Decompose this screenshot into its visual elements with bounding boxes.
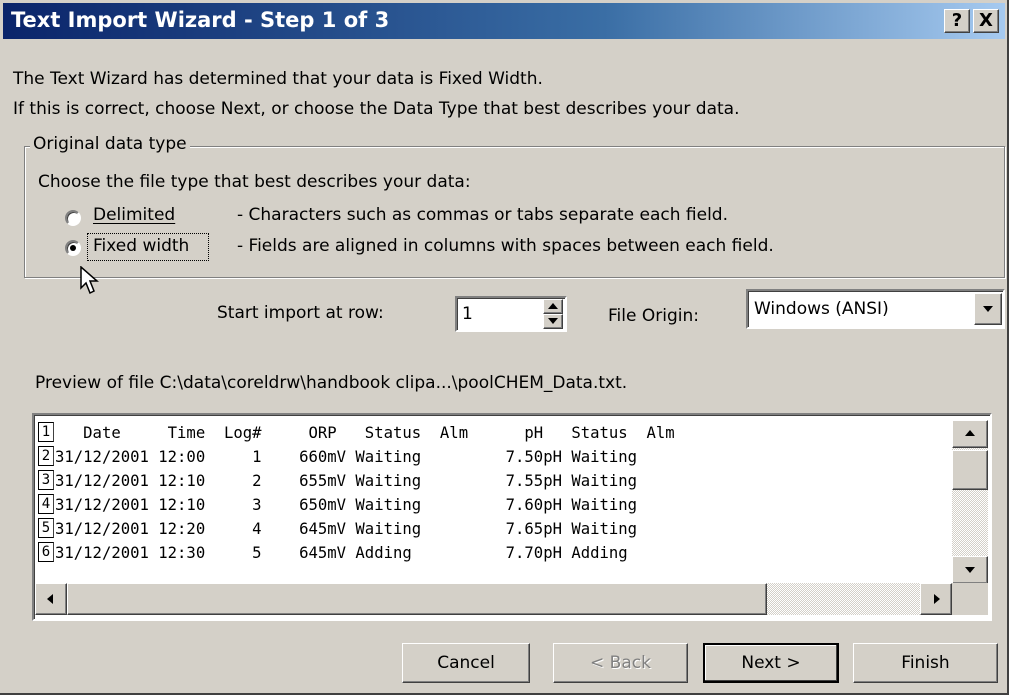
intro-line-2: If this is correct, choose Next, or choo… [13,99,740,119]
file-origin-select[interactable]: Windows (ANSI) [746,289,1005,329]
cancel-button[interactable]: Cancel [402,643,530,683]
vertical-scroll-thumb[interactable] [952,450,988,490]
title-bar[interactable]: Text Import Wizard - Step 1 of 3 ? X [3,3,1005,39]
intro-line-1: The Text Wizard has determined that your… [13,69,543,89]
scroll-right-button[interactable] [920,583,952,615]
scroll-up-arrow-icon [965,430,975,436]
file-type-prompt: Choose the file type that best describes… [38,172,471,192]
help-button[interactable]: ? [944,9,970,33]
file-origin-value: Windows (ANSI) [754,299,889,319]
spin-down-arrow-icon [548,318,558,324]
start-import-label: Start import at row: [217,303,384,323]
original-data-type-legend: Original data type [30,134,190,154]
finish-button-label: Finish [901,653,950,673]
fixed-width-label[interactable]: Fixed width [93,236,189,256]
scroll-up-button[interactable] [952,420,988,448]
row-number: 6 [38,542,54,562]
chevron-down-icon [983,306,993,312]
close-button[interactable]: X [973,9,999,33]
radio-selected-dot [70,245,76,251]
finish-button[interactable]: Finish [853,643,998,683]
scroll-left-button[interactable] [35,583,67,615]
delimited-label[interactable]: Delimited [93,205,175,225]
spin-up-arrow-icon [548,303,558,309]
scroll-right-arrow-icon [934,594,940,604]
preview-row: 1 Date Time Log# ORP Status Alm pH Statu… [38,421,675,445]
horizontal-scroll-thumb[interactable] [67,583,767,615]
preview-row: 2 31/12/2001 12:00 1 660mV Waiting 7.50pH… [38,445,675,469]
mouse-pointer-icon [80,266,99,295]
text-import-wizard-dialog: Text Import Wizard - Step 1 of 3 ? X The… [0,0,1009,695]
row-number: 3 [38,470,54,490]
row-number: 4 [38,494,54,514]
preview-row: 6 31/12/2001 12:30 5 645mV Adding 7.70pH … [38,541,675,565]
row-text: 31/12/2001 12:30 5 645mV Adding 7.70pH A… [55,544,628,562]
start-row-value: 1 [462,304,473,324]
preview-row: 5 31/12/2001 12:20 4 645mV Waiting 7.65pH… [38,517,675,541]
delimited-description: - Characters such as commas or tabs sepa… [237,205,728,225]
preview-rows: 1 Date Time Log# ORP Status Alm pH Statu… [38,421,675,565]
preview-vertical-scrollbar[interactable] [952,420,988,584]
fixed-width-label-text: Fixed width [93,236,190,256]
row-text: 31/12/2001 12:10 3 650mV Waiting 7.60pH … [55,496,638,514]
scroll-down-arrow-icon [965,567,975,573]
next-button[interactable]: Next > [703,643,839,683]
file-origin-label: File Origin: [608,306,699,326]
row-text: Date Time Log# ORP Status Alm pH Status … [55,424,675,442]
row-text: 31/12/2001 12:20 4 645mV Waiting 7.65pH … [55,520,638,538]
delimited-radio[interactable] [65,210,81,226]
scroll-down-button[interactable] [952,556,988,584]
row-number: 5 [38,518,54,538]
preview-row: 4 31/12/2001 12:10 3 650mV Waiting 7.60pH… [38,493,675,517]
fixed-width-radio[interactable] [65,240,81,256]
preview-row: 3 31/12/2001 12:10 2 655mV Waiting 7.55pH… [38,469,675,493]
spin-down-button[interactable] [543,314,563,329]
scroll-left-arrow-icon [47,594,53,604]
window-title: Text Import Wizard - Step 1 of 3 [11,8,390,32]
preview-horizontal-scrollbar[interactable] [35,583,952,615]
row-number: 2 [38,446,54,466]
delimited-label-text: Delimited [93,205,176,225]
start-row-spinner[interactable]: 1 [455,296,567,332]
row-number: 1 [38,422,54,442]
back-button[interactable]: < Back [553,643,688,683]
scroll-corner [952,583,988,615]
spin-up-button[interactable] [543,299,563,314]
fixed-width-description: - Fields are aligned in columns with spa… [237,236,774,256]
row-text: 31/12/2001 12:10 2 655mV Waiting 7.55pH … [55,472,638,490]
file-origin-dropdown-button[interactable] [974,293,1002,325]
preview-label: Preview of file C:\data\coreldrw\handboo… [35,373,628,393]
row-text: 31/12/2001 12:00 1 660mV Waiting 7.50pH … [55,448,638,466]
